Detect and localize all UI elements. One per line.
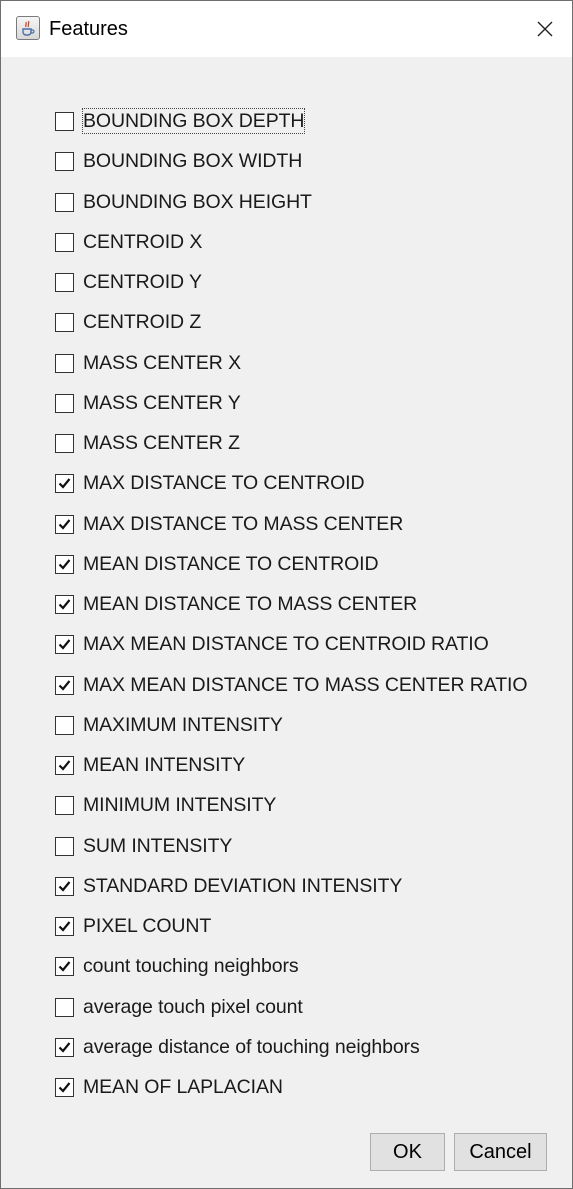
feature-checkbox-row[interactable]: MEAN INTENSITY (1, 748, 572, 788)
java-cup-icon (16, 16, 40, 40)
checkbox[interactable] (55, 997, 74, 1017)
feature-checkbox-row[interactable]: MASS CENTER Y (1, 386, 572, 426)
checkbox[interactable] (55, 514, 74, 534)
checkbox[interactable] (55, 917, 74, 936)
checkbox[interactable] (55, 313, 74, 333)
feature-checkbox-list: BOUNDING BOX DEPTH BOUNDING BOX WIDTH BOUN… (1, 104, 572, 1110)
feature-checkbox-row[interactable]: MASS CENTER X (1, 346, 572, 386)
feature-checkbox-row[interactable]: average distance of touching neighbors (1, 1030, 572, 1070)
feature-label: MEAN DISTANCE TO MASS CENTER (83, 593, 418, 615)
feature-checkbox-row[interactable]: MINIMUM INTENSITY (1, 788, 572, 828)
checkbox[interactable] (55, 796, 74, 816)
checkmark-icon (58, 679, 71, 691)
feature-checkbox-row[interactable]: SUM INTENSITY (1, 829, 572, 869)
feature-label: count touching neighbors (83, 955, 299, 978)
feature-label: MAX DISTANCE TO CENTROID (83, 472, 365, 495)
feature-checkbox-row[interactable]: average touch pixel count (1, 990, 572, 1030)
feature-checkbox-row[interactable]: PIXEL COUNT (1, 909, 572, 949)
feature-checkbox-row[interactable]: BOUNDING BOX DEPTH (1, 104, 572, 144)
feature-label: MEAN INTENSITY (83, 754, 246, 776)
feature-checkbox-row[interactable]: CENTROID Z (1, 305, 572, 345)
feature-label: BOUNDING BOX DEPTH (81, 108, 306, 134)
checkbox[interactable] (55, 675, 74, 695)
feature-label: CENTROID X (83, 230, 203, 253)
feature-label: MINIMUM INTENSITY (83, 794, 277, 817)
feature-checkbox-row[interactable]: MAX MEAN DISTANCE TO MASS CENTER RATIO (1, 668, 572, 708)
feature-label: SUM INTENSITY (83, 834, 233, 857)
dialog-content: BOUNDING BOX DEPTH BOUNDING BOX WIDTH BOUN… (1, 57, 572, 1188)
feature-checkbox-row[interactable]: BOUNDING BOX HEIGHT (1, 185, 572, 225)
checkbox[interactable] (55, 715, 74, 735)
checkbox[interactable] (55, 192, 74, 212)
close-icon (537, 21, 553, 37)
window-title: Features (49, 18, 128, 40)
feature-label: MAXIMUM INTENSITY (83, 713, 283, 736)
feature-label: CENTROID Z (83, 311, 202, 334)
checkmark-icon (58, 760, 71, 771)
cancel-button[interactable]: Cancel (454, 1133, 547, 1171)
feature-label: MAX DISTANCE TO MASS CENTER (83, 512, 404, 535)
feature-label: MASS CENTER X (83, 351, 241, 374)
feature-label: MEAN OF LAPLACIAN (83, 1076, 283, 1098)
checkmark-icon (58, 1082, 71, 1093)
feature-checkbox-row[interactable]: MAXIMUM INTENSITY (1, 708, 572, 748)
checkmark-icon (58, 518, 71, 530)
checkbox[interactable] (55, 152, 74, 172)
checkbox[interactable] (55, 554, 74, 574)
feature-label: BOUNDING BOX WIDTH (83, 150, 303, 173)
checkbox[interactable] (55, 756, 74, 775)
feature-checkbox-row[interactable]: MAX DISTANCE TO MASS CENTER (1, 507, 572, 547)
checkmark-icon (58, 961, 71, 972)
feature-checkbox-row[interactable]: MASS CENTER Z (1, 426, 572, 466)
checkmark-icon (58, 1042, 71, 1053)
checkbox[interactable] (55, 353, 74, 373)
checkbox[interactable] (55, 434, 74, 453)
title-bar[interactable]: Features (1, 1, 572, 57)
feature-checkbox-row[interactable]: CENTROID X (1, 225, 572, 265)
checkbox[interactable] (55, 1037, 74, 1057)
checkbox[interactable] (55, 635, 74, 655)
feature-label: MAX MEAN DISTANCE TO CENTROID RATIO (83, 633, 489, 656)
ok-button[interactable]: OK (370, 1133, 445, 1171)
checkbox[interactable] (55, 1078, 74, 1097)
checkbox[interactable] (55, 112, 74, 131)
feature-label: average distance of touching neighbors (83, 1035, 420, 1058)
checkbox[interactable] (55, 474, 74, 494)
feature-checkbox-row[interactable]: MAX DISTANCE TO CENTROID (1, 466, 572, 506)
feature-label: MASS CENTER Z (83, 432, 240, 454)
feature-checkbox-row[interactable]: count touching neighbors (1, 949, 572, 989)
checkbox[interactable] (55, 957, 74, 977)
feature-checkbox-row[interactable]: BOUNDING BOX WIDTH (1, 144, 572, 184)
feature-label: MEAN DISTANCE TO CENTROID (83, 552, 379, 575)
feature-label: MASS CENTER Y (83, 391, 241, 414)
checkbox[interactable] (55, 393, 74, 413)
feature-checkbox-row[interactable]: STANDARD DEVIATION INTENSITY (1, 869, 572, 909)
feature-checkbox-row[interactable]: MAX MEAN DISTANCE TO CENTROID RATIO (1, 627, 572, 667)
feature-label: PIXEL COUNT (83, 915, 212, 937)
checkmark-icon (58, 639, 71, 650)
feature-checkbox-row[interactable]: MEAN DISTANCE TO CENTROID (1, 547, 572, 587)
checkmark-icon (58, 921, 71, 932)
feature-label: CENTROID Y (83, 271, 202, 293)
feature-checkbox-row[interactable]: MEAN OF LAPLACIAN (1, 1070, 572, 1110)
checkbox[interactable] (55, 232, 74, 252)
checkbox[interactable] (55, 876, 74, 896)
checkbox[interactable] (55, 836, 74, 856)
feature-label: BOUNDING BOX HEIGHT (83, 190, 312, 213)
features-dialog: Features BOUNDING BOX DEPTH BOUNDING BOX … (0, 0, 573, 1189)
feature-checkbox-row[interactable]: MEAN DISTANCE TO MASS CENTER (1, 587, 572, 627)
checkmark-icon (58, 881, 71, 892)
checkbox[interactable] (55, 595, 74, 614)
feature-label: MAX MEAN DISTANCE TO MASS CENTER RATIO (83, 673, 528, 696)
close-button[interactable] (524, 9, 566, 49)
feature-checkbox-row[interactable]: CENTROID Y (1, 265, 572, 305)
checkbox[interactable] (55, 273, 74, 292)
feature-label: STANDARD DEVIATION INTENSITY (83, 874, 403, 897)
checkmark-icon (58, 559, 71, 570)
checkmark-icon (58, 599, 71, 610)
feature-label: average touch pixel count (83, 995, 303, 1018)
checkmark-icon (58, 478, 71, 489)
